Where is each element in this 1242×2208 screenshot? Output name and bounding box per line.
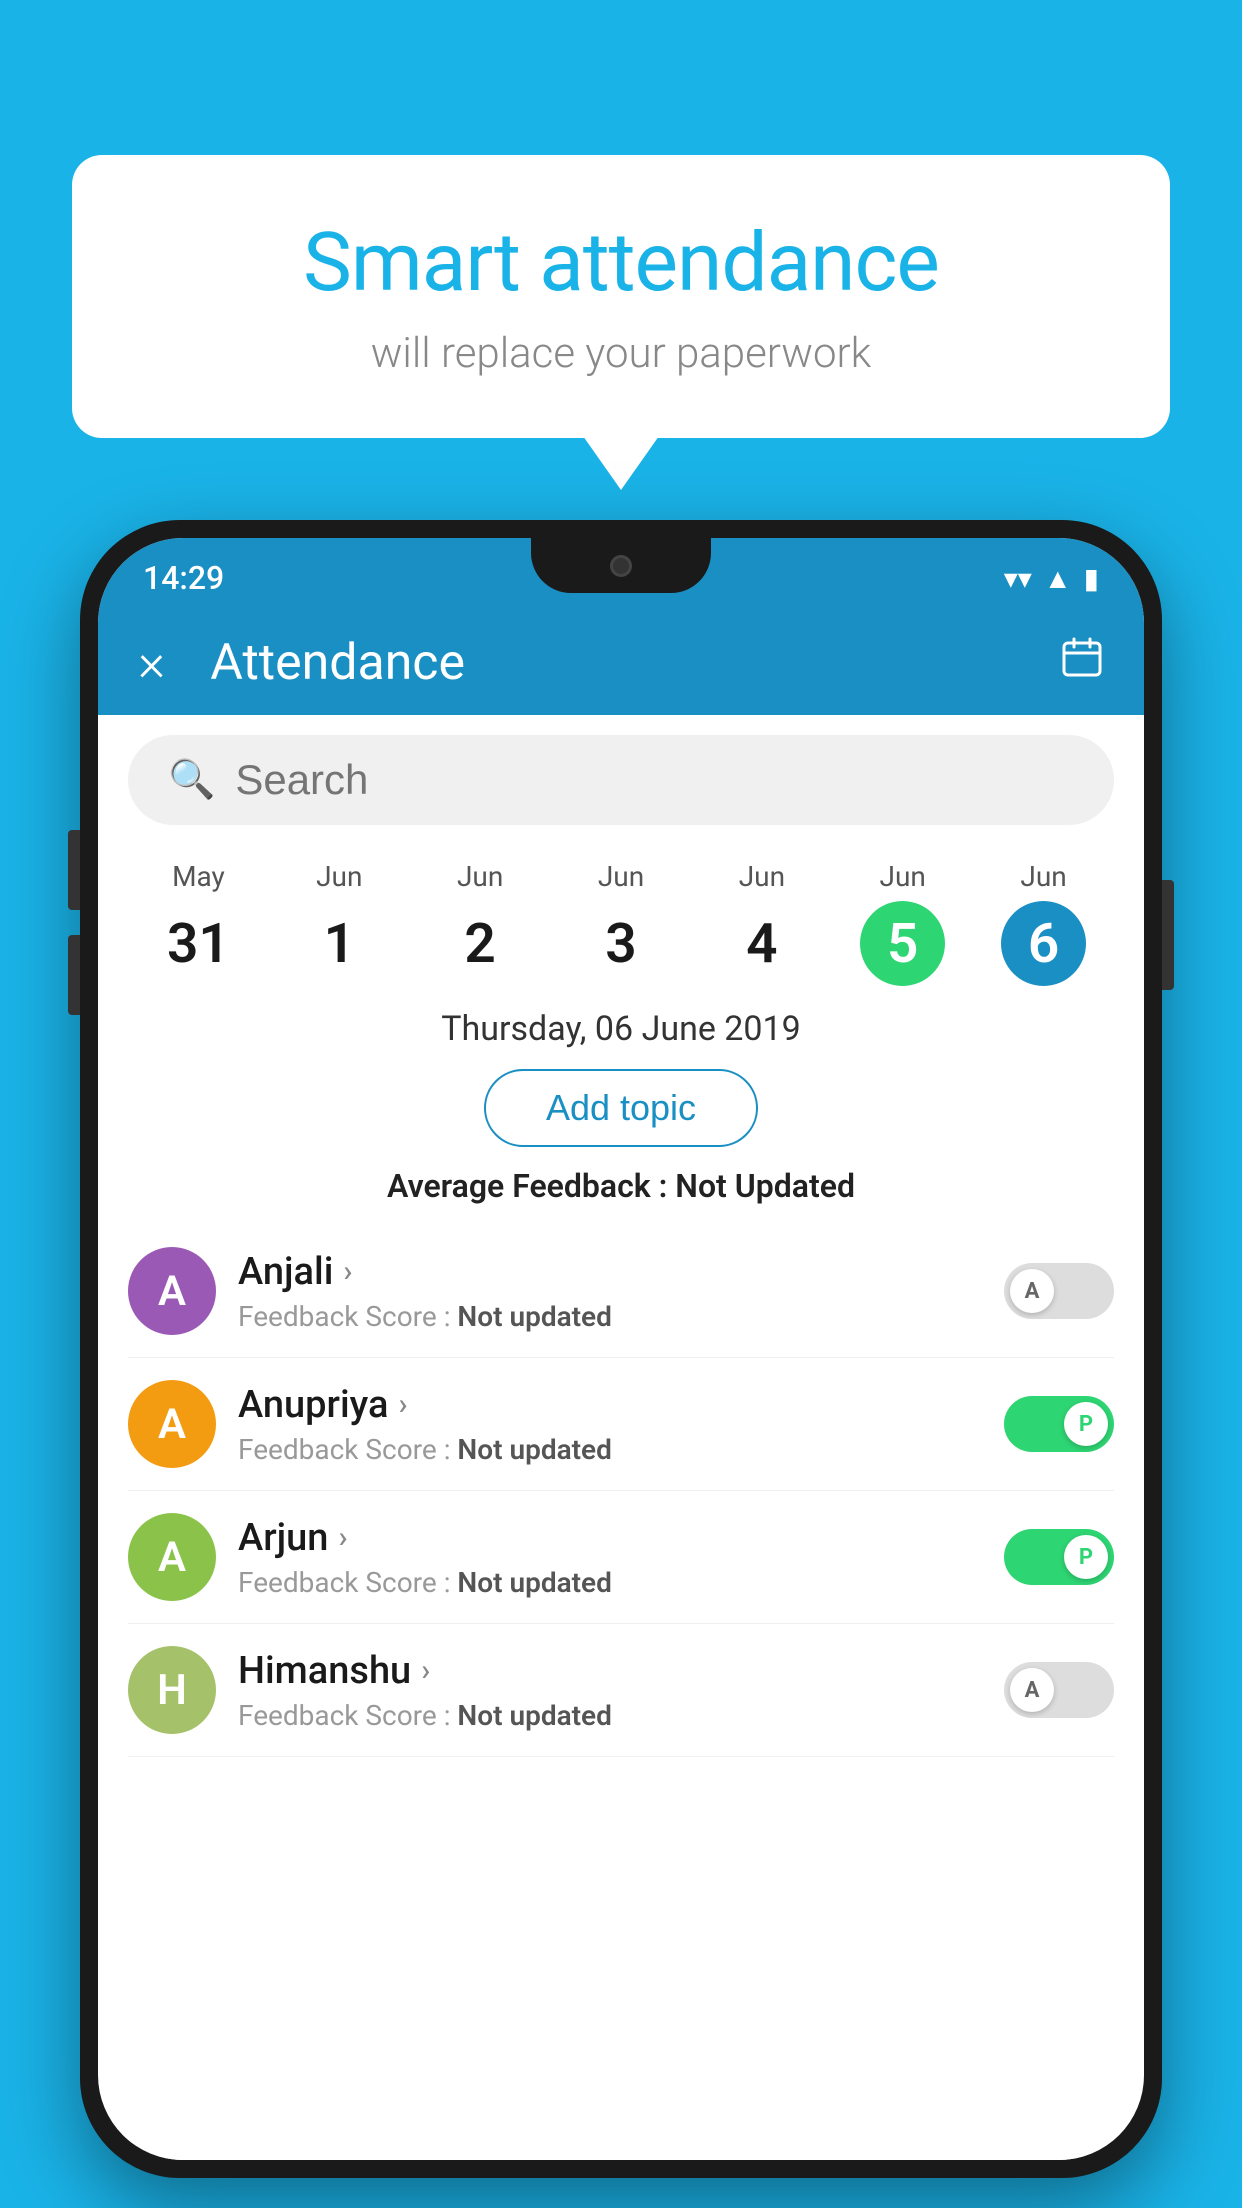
date-col-3[interactable]: Jun 3 xyxy=(551,860,692,986)
toggle-switch[interactable]: A xyxy=(1004,1263,1114,1319)
app-title: Attendance xyxy=(210,634,1060,692)
bottom-fade xyxy=(98,2080,1144,2160)
app-bar: × Attendance xyxy=(98,610,1144,715)
toggle-knob: P xyxy=(1064,1535,1108,1579)
student-avatar: A xyxy=(128,1247,216,1335)
phone-notch xyxy=(531,538,711,593)
month-label: Jun xyxy=(598,860,644,893)
student-score: Feedback Score : Not updated xyxy=(238,1566,982,1599)
student-score: Feedback Score : Not updated xyxy=(238,1433,982,1466)
avg-feedback: Average Feedback : Not Updated xyxy=(98,1167,1144,1205)
bubble-title: Smart attendance xyxy=(122,215,1120,311)
student-name: Anupriya › xyxy=(238,1383,982,1427)
student-name: Arjun › xyxy=(238,1516,982,1560)
date-col-1[interactable]: Jun 1 xyxy=(269,860,410,986)
day-number: 4 xyxy=(719,901,804,986)
month-label: Jun xyxy=(880,860,926,893)
student-avatar: A xyxy=(128,1513,216,1601)
phone-frame: 14:29 ▾▾ ▲ ▮ × Attendance 🔍 xyxy=(80,520,1162,2178)
student-avatar: A xyxy=(128,1380,216,1468)
wifi-icon: ▾▾ xyxy=(1004,562,1032,595)
day-number: 1 xyxy=(297,901,382,986)
student-info[interactable]: Himanshu › Feedback Score : Not updated xyxy=(238,1649,982,1732)
date-col-6[interactable]: Jun 6 xyxy=(973,860,1114,986)
speech-bubble-container: Smart attendance will replace your paper… xyxy=(72,155,1170,438)
search-bar[interactable]: 🔍 xyxy=(128,735,1114,825)
search-icon: 🔍 xyxy=(168,758,215,802)
close-button[interactable]: × xyxy=(138,637,165,689)
date-col-4[interactable]: Jun 4 xyxy=(691,860,832,986)
student-list: AAnjali ›Feedback Score : Not updatedAAA… xyxy=(98,1225,1144,1757)
month-label: Jun xyxy=(457,860,503,893)
toggle-knob: A xyxy=(1010,1269,1054,1313)
search-input[interactable] xyxy=(235,756,1074,804)
month-label: Jun xyxy=(739,860,785,893)
student-score: Feedback Score : Not updated xyxy=(238,1300,982,1333)
signal-icon: ▲ xyxy=(1044,562,1072,595)
month-label: May xyxy=(172,860,225,893)
status-time: 14:29 xyxy=(143,559,224,597)
avg-feedback-label: Average Feedback : xyxy=(387,1167,667,1205)
calendar-button[interactable] xyxy=(1060,635,1104,690)
phone-screen: 14:29 ▾▾ ▲ ▮ × Attendance 🔍 xyxy=(98,538,1144,2160)
student-avatar: H xyxy=(128,1646,216,1734)
month-label: Jun xyxy=(1020,860,1066,893)
avg-feedback-value: Not Updated xyxy=(675,1167,855,1205)
volume-up-button xyxy=(68,830,80,910)
student-info[interactable]: Arjun › Feedback Score : Not updated xyxy=(238,1516,982,1599)
attendance-toggle[interactable]: P xyxy=(1004,1529,1114,1585)
day-number: 3 xyxy=(579,901,664,986)
toggle-switch[interactable]: A xyxy=(1004,1662,1114,1718)
day-number: 5 xyxy=(860,901,945,986)
month-label: Jun xyxy=(316,860,362,893)
student-row: H Himanshu › Feedback Score : Not updated A xyxy=(128,1624,1114,1757)
bubble-subtitle: will replace your paperwork xyxy=(122,329,1120,378)
student-info[interactable]: Anupriya › Feedback Score : Not updated xyxy=(238,1383,982,1466)
selected-date-label: Thursday, 06 June 2019 xyxy=(98,1009,1144,1049)
toggle-switch[interactable]: P xyxy=(1004,1529,1114,1585)
volume-down-button xyxy=(68,935,80,1015)
attendance-toggle[interactable]: P xyxy=(1004,1396,1114,1452)
toggle-switch[interactable]: P xyxy=(1004,1396,1114,1452)
date-col-0[interactable]: May 31 xyxy=(128,860,269,986)
toggle-knob: P xyxy=(1064,1402,1108,1446)
date-col-5[interactable]: Jun 5 xyxy=(832,860,973,986)
attendance-toggle[interactable]: A xyxy=(1004,1662,1114,1718)
attendance-toggle[interactable]: A xyxy=(1004,1263,1114,1319)
speech-bubble: Smart attendance will replace your paper… xyxy=(72,155,1170,438)
chevron-icon: › xyxy=(398,1387,407,1422)
camera-dot xyxy=(610,555,632,577)
chevron-icon: › xyxy=(343,1254,352,1289)
battery-icon: ▮ xyxy=(1084,562,1099,595)
day-number: 6 xyxy=(1001,901,1086,986)
student-row: A Anupriya › Feedback Score : Not updated P xyxy=(128,1358,1114,1491)
day-number: 31 xyxy=(156,901,241,986)
date-col-2[interactable]: Jun 2 xyxy=(410,860,551,986)
date-strip: May 31 Jun 1 Jun 2 Jun 3 Jun 4 Jun 5 Jun 6 xyxy=(98,845,1144,991)
power-button xyxy=(1162,880,1174,990)
toggle-knob: A xyxy=(1010,1668,1054,1712)
status-icons: ▾▾ ▲ ▮ xyxy=(1004,562,1099,595)
chevron-icon: › xyxy=(338,1520,347,1555)
chevron-icon: › xyxy=(421,1653,430,1688)
student-row: A Anjali › Feedback Score : Not updated A xyxy=(128,1225,1114,1358)
student-row: A Arjun › Feedback Score : Not updated P xyxy=(128,1491,1114,1624)
student-score: Feedback Score : Not updated xyxy=(238,1699,982,1732)
day-number: 2 xyxy=(438,901,523,986)
student-name: Himanshu › xyxy=(238,1649,982,1693)
add-topic-button[interactable]: Add topic xyxy=(484,1069,758,1147)
student-name: Anjali › xyxy=(238,1250,982,1294)
student-info[interactable]: Anjali › Feedback Score : Not updated xyxy=(238,1250,982,1333)
